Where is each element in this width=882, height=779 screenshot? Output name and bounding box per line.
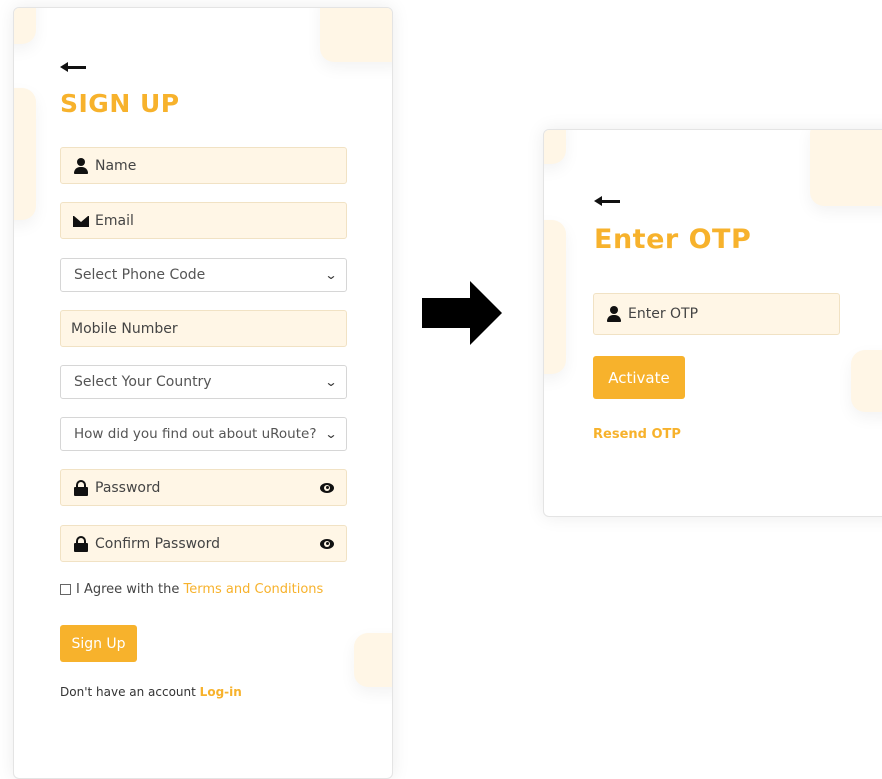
- decor-blob: [354, 633, 392, 687]
- phone-code-select[interactable]: Select Phone Code ⌄: [60, 258, 347, 292]
- decor-blob: [14, 88, 36, 220]
- decor-blob: [14, 8, 36, 44]
- password-field[interactable]: Password: [60, 469, 347, 506]
- decor-blob: [851, 350, 882, 412]
- eye-icon[interactable]: [320, 482, 334, 493]
- mobile-number-field[interactable]: Mobile Number: [60, 310, 347, 347]
- login-link[interactable]: Log-in: [200, 685, 242, 699]
- mail-icon: [73, 213, 89, 229]
- lock-icon: [73, 535, 89, 552]
- lock-icon: [73, 479, 89, 496]
- chevron-down-icon: ⌄: [324, 268, 338, 282]
- chevron-down-icon: ⌄: [324, 375, 338, 389]
- decor-blob: [544, 220, 566, 374]
- activate-button[interactable]: Activate: [593, 356, 685, 399]
- resend-otp-link[interactable]: Resend OTP: [593, 427, 681, 442]
- chevron-down-icon: ⌄: [324, 427, 338, 441]
- country-select[interactable]: Select Your Country ⌄: [60, 365, 347, 399]
- eye-icon[interactable]: [320, 538, 334, 549]
- otp-input[interactable]: Enter OTP: [593, 293, 840, 335]
- terms-link[interactable]: Terms and Conditions: [184, 582, 324, 597]
- email-field[interactable]: Email: [60, 202, 347, 239]
- back-arrow-icon[interactable]: [60, 62, 86, 74]
- terms-checkbox[interactable]: [60, 584, 71, 595]
- login-prompt: Don't have an account Log-in: [60, 685, 242, 699]
- decor-blob: [320, 8, 392, 62]
- user-icon: [606, 306, 622, 322]
- page-title: SIGN UP: [60, 89, 180, 118]
- name-field[interactable]: Name: [60, 147, 347, 184]
- back-arrow-icon[interactable]: [594, 196, 620, 208]
- decor-blob: [810, 130, 882, 206]
- confirm-password-field[interactable]: Confirm Password: [60, 525, 347, 562]
- sign-up-button[interactable]: Sign Up: [60, 625, 137, 662]
- decor-blob: [544, 130, 566, 164]
- otp-panel: Enter OTP Enter OTP Activate Resend OTP: [543, 129, 882, 517]
- user-icon: [73, 157, 89, 174]
- signup-panel: SIGN UP Name Email Select Phone Code ⌄ M…: [13, 7, 393, 779]
- right-arrow-icon: [422, 281, 502, 345]
- terms-agreement: I Agree with the Terms and Conditions: [60, 582, 323, 597]
- page-title: Enter OTP: [594, 224, 752, 255]
- referral-source-select[interactable]: How did you find out about uRoute? ⌄: [60, 417, 347, 451]
